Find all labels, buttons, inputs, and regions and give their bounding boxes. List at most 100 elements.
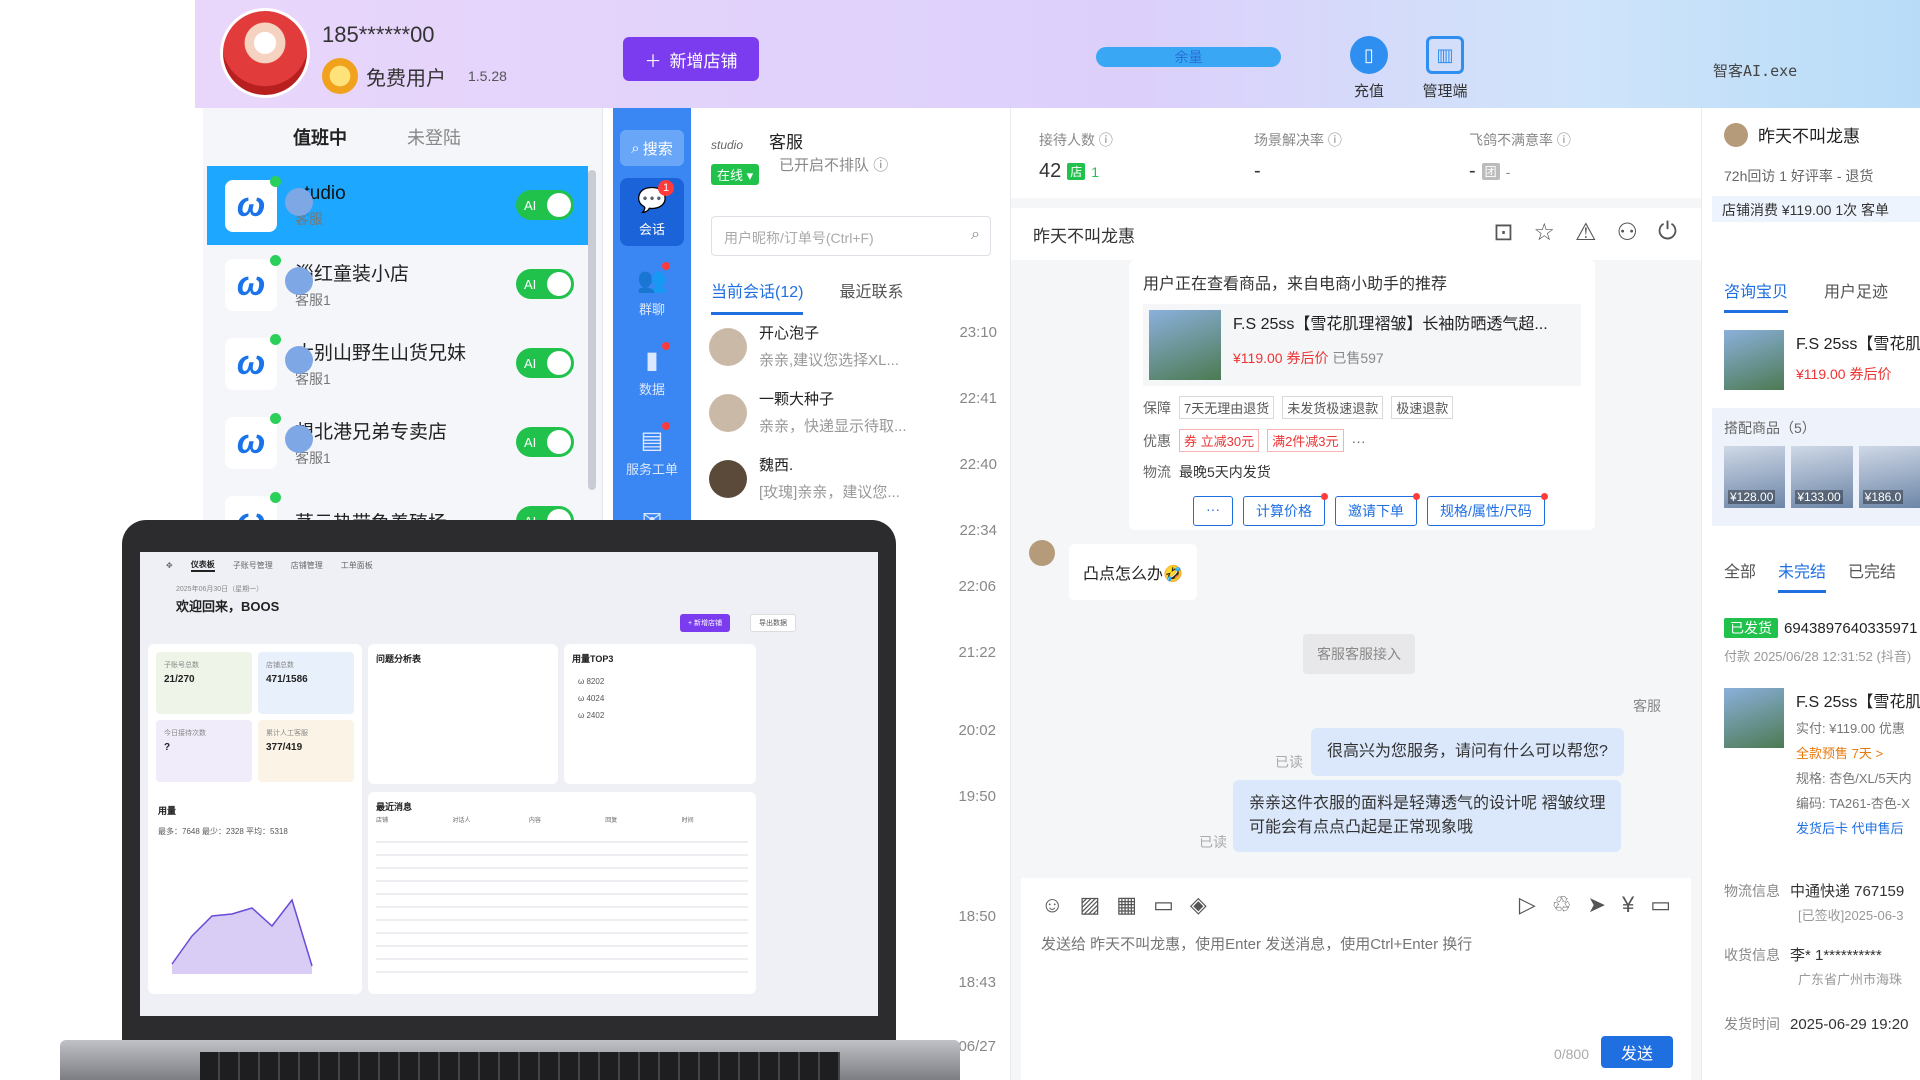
spec-button[interactable]: 规格/属性/尺码 [1427, 493, 1548, 526]
store-item[interactable]: ω studio 客服 AI [207, 166, 588, 245]
add-store-button[interactable]: ＋ 新增店铺 [623, 37, 759, 81]
tab-subaccounts[interactable]: 子账号管理 [233, 560, 273, 571]
laptop-export-button[interactable]: 导出数据 [750, 614, 796, 632]
tab-finished-orders[interactable]: 已完结 [1848, 558, 1896, 593]
status-badge: 已发货 [1724, 618, 1778, 638]
kv-label: 物流信息 [1724, 883, 1780, 899]
tab-recent-contacts[interactable]: 最近联系 [839, 278, 903, 315]
metric-value: - [1254, 160, 1261, 182]
layers-icon[interactable]: ◈ [1190, 892, 1207, 918]
combo-product[interactable]: ¥128.00 [1724, 446, 1786, 508]
conversation-item[interactable]: 开心泡子 亲亲,建议您选择XL... 23:10 [691, 318, 1011, 384]
store-item[interactable]: ω 大别山野生山货兄妹 客服1 AI [207, 324, 588, 403]
bot-icon[interactable]: ♲ [1552, 892, 1572, 918]
nav-item-ticket[interactable]: ▤ 服务工单 [620, 418, 684, 486]
ai-toggle[interactable]: AI [516, 190, 574, 220]
conversation-time: 22:06 [958, 578, 996, 595]
combo-product[interactable]: ¥186.0 [1858, 446, 1920, 508]
order-number[interactable]: 6943897640335971 [1784, 620, 1917, 637]
help-icon[interactable]: ⓘ [1557, 132, 1571, 148]
store-item[interactable]: ω 淄红童装小店 客服1 AI [207, 245, 588, 324]
store-role: 客服1 [295, 292, 331, 308]
button-label: 规格/属性/尺码 [1440, 503, 1532, 519]
help-icon[interactable]: ⓘ [873, 157, 888, 174]
avatar [709, 328, 747, 366]
agent-status-text: 在线 [717, 168, 744, 183]
store-logo-icon: ω [225, 333, 281, 390]
agent-status[interactable]: 在线 ▾ [711, 164, 760, 185]
store-logo-icon: ω [225, 175, 281, 232]
more-button[interactable]: ··· [1193, 496, 1233, 526]
tab-unfinished-orders[interactable]: 未完结 [1778, 558, 1827, 593]
help-icon[interactable]: ⓘ [1099, 132, 1113, 148]
nav-item-chat[interactable]: 💬 1 会话 [620, 178, 684, 246]
stat-label: 今日接待次数 [164, 730, 206, 737]
admin-button[interactable]: ▥ 管理端 [1410, 36, 1480, 101]
transfer-user-icon[interactable]: ⚇ [1617, 218, 1639, 247]
dashboard-icon: ▥ [1426, 36, 1464, 74]
tab-tickets[interactable]: 工单面板 [341, 560, 373, 571]
nav-label: 会话 [638, 222, 665, 237]
usage-stats: 最多：7648 最少：2328 平均：5318 [158, 827, 288, 836]
nav-item-group[interactable]: 👥 群聊 [620, 258, 684, 326]
folder-icon[interactable]: ▭ [1153, 892, 1174, 918]
message-input[interactable] [1041, 936, 1661, 953]
incoming-message: 凸点怎么办🤣 [1069, 544, 1197, 600]
chat-customer-name: 昨天不叫龙惠 [1033, 227, 1135, 246]
search-icon[interactable]: ⌕ [971, 226, 980, 244]
user-avatar[interactable] [220, 8, 310, 98]
nav-search-button[interactable]: ⌕ 搜索 [620, 130, 684, 166]
more-icon[interactable]: ··· [1352, 433, 1366, 449]
tab-on-duty[interactable]: 值班中 [293, 124, 347, 180]
store-tabs: 值班中 未登陆 [203, 108, 602, 180]
outgoing-message: 亲亲这件衣服的面料是轻薄透气的设计呢 褶皱纹理 可能会有点点凸起是正常现象哦 [1233, 780, 1622, 852]
conversation-item[interactable]: 一颗大种子 亲亲，快递显示待取... 22:41 [691, 384, 1011, 450]
send-button[interactable]: 发送 [1601, 1036, 1673, 1068]
star-icon[interactable]: ☆ [1533, 218, 1555, 247]
tab-current-sessions[interactable]: 当前会话(12) [711, 278, 804, 315]
send-plane-icon[interactable]: ➤ [1588, 892, 1606, 918]
tab-all-orders[interactable]: 全部 [1724, 558, 1756, 593]
bookmark-icon[interactable]: ⊡ [1493, 218, 1513, 247]
power-icon[interactable]: ⏻ [1658, 218, 1677, 247]
warning-icon[interactable]: ⚠ [1575, 218, 1597, 247]
recharge-button[interactable]: ▯ 充值 [1334, 36, 1404, 101]
tab-user-footprint[interactable]: 用户足迹 [1824, 278, 1888, 313]
video-icon[interactable]: ▷ [1519, 892, 1536, 918]
ai-toggle[interactable]: AI [516, 348, 574, 378]
invite-order-button[interactable]: 邀请下单 [1335, 493, 1420, 526]
tab-consult-product[interactable]: 咨询宝贝 [1724, 278, 1789, 313]
customer-name: 昨天不叫龙惠 [1758, 127, 1860, 146]
chat-area: 接待人数 ⓘ 42 店 1 场景解决率 ⓘ - 飞鸽不满意率 ⓘ -团- 昨天不叫龙… [1011, 108, 1701, 1080]
tab-stores[interactable]: 店铺管理 [291, 560, 323, 571]
tab-dashboard[interactable]: 仪表板 [190, 559, 215, 572]
laptop-welcome: 欢迎回来，BOOS [176, 599, 280, 614]
store-scrollbar[interactable] [588, 170, 596, 490]
promo-row: 优惠 券 立减30元 满2件减3元 ··· [1143, 429, 1581, 452]
order-links[interactable]: 发货后卡 代申售后 [1796, 818, 1920, 837]
stat-value: 471/1586 [266, 674, 308, 685]
bar-chart-icon: ▮ [645, 347, 659, 374]
calc-price-button[interactable]: 计算价格 [1243, 493, 1328, 526]
coupon-icon[interactable]: ¥ [1622, 892, 1634, 918]
panel-icon[interactable]: ▭ [1650, 892, 1671, 918]
read-receipt: 已读 [1199, 834, 1227, 850]
help-icon[interactable]: ⓘ [1328, 132, 1342, 148]
message-line: 亲亲这件衣服的面料是轻薄透气的设计呢 褶皱纹理 [1249, 795, 1606, 812]
emoji-icon[interactable]: ☺ [1041, 892, 1063, 918]
conversation-time: 20:02 [958, 722, 996, 739]
image-icon[interactable]: ▨ [1079, 892, 1100, 918]
product-summary[interactable]: F.S 25ss【雪花肌理褶皱】长袖防晒透气超... ¥119.00 券后价 已… [1143, 304, 1581, 386]
calendar-icon[interactable]: ▦ [1116, 892, 1137, 918]
ai-toggle[interactable]: AI [516, 269, 574, 299]
conversation-item[interactable]: 魏西. [玫瑰]亲亲，建议您... 22:40 [691, 450, 1011, 516]
conversation-search-input[interactable]: 用户昵称/订单号(Ctrl+F) ⌕ [711, 216, 991, 256]
consult-product[interactable]: F.S 25ss【雪花肌 ¥119.00 券后价 [1724, 330, 1920, 390]
ai-toggle[interactable]: AI [516, 427, 574, 457]
store-item[interactable]: ω 想北港兄弟专卖店 客服1 AI [207, 403, 588, 482]
combo-price: ¥186.0 [1862, 490, 1904, 504]
nav-item-data[interactable]: ▮ 数据 [620, 338, 684, 406]
laptop-add-store-button[interactable]: + 新增店铺 [680, 614, 731, 632]
tab-offline[interactable]: 未登陆 [407, 124, 461, 166]
combo-product[interactable]: ¥133.00 [1791, 446, 1853, 508]
